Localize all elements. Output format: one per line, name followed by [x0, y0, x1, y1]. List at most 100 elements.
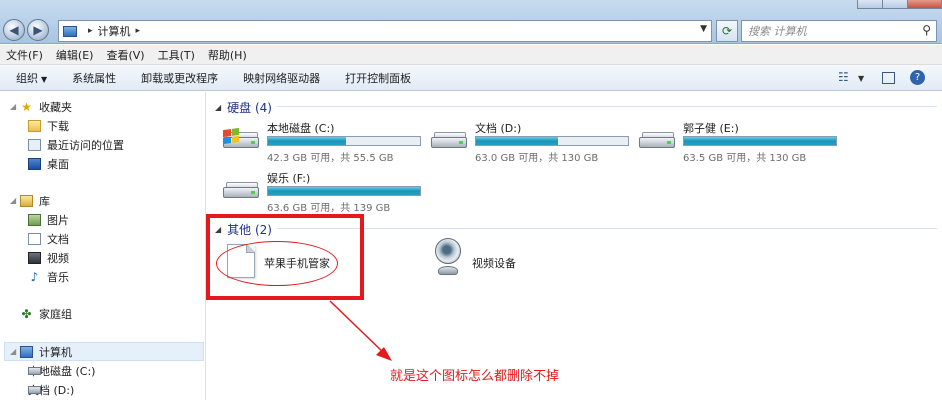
back-button[interactable]: ◀ [3, 19, 25, 41]
preview-pane-icon[interactable] [882, 72, 895, 84]
chevron-down-icon: ▼ [41, 74, 48, 84]
drive-free-space: 63.0 GB 可用，共 130 GB [475, 153, 599, 164]
nav-libraries[interactable]: 库 [20, 192, 50, 210]
address-bar[interactable]: ▸ 计算机 ▸ ▼ [58, 20, 712, 42]
star-icon: ★ [21, 100, 32, 114]
drive-free-space: 63.5 GB 可用，共 130 GB [683, 153, 807, 164]
nav-videos[interactable]: 视频 [28, 249, 69, 267]
downloads-folder-icon [28, 120, 41, 132]
drive-usage-bar [475, 136, 629, 146]
nav-favorites[interactable]: ★ 收藏夹 [20, 98, 72, 116]
minimize-button[interactable] [857, 0, 883, 9]
menu-help[interactable]: 帮助(H) [208, 47, 247, 63]
drive-name: 郭子健 (E:) [683, 122, 739, 135]
command-bar: 组织 ▼ 系统属性 卸载或更改程序 映射网络驱动器 打开控制面板 [0, 65, 942, 91]
hard-drive-icon [223, 127, 263, 153]
menu-tools[interactable]: 工具(T) [158, 47, 195, 63]
menu-edit[interactable]: 编辑(E) [56, 47, 94, 63]
drive-usage-fill [684, 137, 836, 145]
search-input[interactable]: 搜索 计算机 ⚲ [741, 20, 937, 42]
menu-file[interactable]: 文件(F) [6, 47, 43, 63]
pictures-icon [28, 214, 41, 226]
group-header-drives[interactable]: ◢ 硬盘 (4) [215, 99, 272, 116]
nav-desktop[interactable]: 桌面 [28, 155, 69, 173]
webcam-icon[interactable] [432, 238, 464, 278]
drive-usage-fill [268, 137, 346, 145]
annotation-arrow-icon [329, 300, 392, 361]
nav-homegroup[interactable]: ✤ 家庭组 [20, 305, 72, 323]
breadcrumb-computer[interactable]: 计算机 [98, 23, 131, 39]
title-bar: ◀ ▶ ▸ 计算机 ▸ ▼ ⟳ 搜索 计算机 ⚲ [0, 0, 942, 44]
nav-music[interactable]: ♪ 音乐 [28, 268, 69, 286]
computer-icon [20, 346, 33, 358]
drive-name: 本地磁盘 (C:) [267, 122, 335, 135]
recent-places-icon [28, 139, 41, 151]
drive-free-space: 63.6 GB 可用，共 139 GB [267, 203, 391, 214]
drive-free-space: 42.3 GB 可用，共 55.5 GB [267, 153, 394, 164]
group-divider [277, 106, 937, 107]
videos-icon [28, 252, 41, 264]
computer-icon [63, 25, 77, 37]
map-network-drive-button[interactable]: 映射网络驱动器 [243, 70, 320, 86]
windows-logo-icon [223, 127, 239, 145]
nav-computer[interactable]: 计算机 [20, 343, 72, 361]
refresh-button[interactable]: ⟳ [716, 20, 738, 42]
open-control-panel-button[interactable]: 打开控制面板 [345, 70, 411, 86]
documents-icon [28, 233, 41, 245]
drive-c[interactable]: 本地磁盘 (C:) 42.3 GB 可用，共 55.5 GB [221, 120, 421, 164]
nav-pictures[interactable]: 图片 [28, 211, 69, 229]
drive-e[interactable]: 郭子健 (E:) 63.5 GB 可用，共 130 GB [637, 120, 837, 164]
nav-docs-d[interactable]: 文档 (D:) [28, 381, 74, 399]
item-video-device[interactable]: 视频设备 [472, 255, 516, 271]
close-button[interactable] [907, 0, 942, 9]
hard-drive-icon [431, 129, 471, 153]
drive-usage-fill [476, 137, 559, 145]
uninstall-program-button[interactable]: 卸载或更改程序 [141, 70, 218, 86]
system-properties-button[interactable]: 系统属性 [72, 70, 116, 86]
library-icon [20, 195, 33, 207]
chevron-down-icon[interactable]: ▼ [700, 24, 707, 34]
refresh-icon: ⟳ [721, 24, 733, 38]
desktop-icon [28, 158, 41, 170]
drive-name: 文档 (D:) [475, 122, 522, 135]
nav-downloads[interactable]: 下载 [28, 117, 69, 135]
music-note-icon: ♪ [30, 270, 39, 284]
annotation-text: 就是这个图标怎么都删除不掉 [390, 369, 560, 384]
forward-button[interactable]: ▶ [27, 19, 49, 41]
drive-d[interactable]: 文档 (D:) 63.0 GB 可用，共 130 GB [429, 120, 629, 164]
drive-usage-fill [268, 187, 420, 195]
change-view-icon[interactable]: ☷ [838, 70, 849, 84]
navigation-pane: ◢ ★ 收藏夹 下载 最近访问的位置 桌面 ◢ 库 图片 文档 视频 ♪ 音乐 ✤ 家… [0, 92, 206, 400]
drive-usage-bar [267, 186, 421, 196]
drive-usage-bar [683, 136, 837, 146]
homegroup-icon: ✤ [21, 307, 32, 321]
hard-drive-icon [28, 367, 41, 375]
collapse-triangle-icon[interactable]: ◢ [215, 103, 221, 112]
collapse-icon[interactable]: ◢ [10, 102, 16, 111]
hard-drive-icon [639, 129, 679, 153]
annotation-highlight-ellipse [216, 241, 338, 286]
chevron-right-icon[interactable]: ▸ [88, 26, 93, 36]
chevron-right-icon[interactable]: ▸ [136, 26, 141, 36]
help-icon[interactable]: ? [910, 70, 925, 85]
drive-name: 娱乐 (F:) [267, 172, 311, 185]
maximize-button[interactable] [882, 0, 908, 9]
menu-view[interactable]: 查看(V) [106, 47, 144, 63]
forward-arrow-icon: ▶ [33, 23, 43, 37]
back-arrow-icon: ◀ [9, 23, 19, 37]
hard-drive-icon [28, 386, 41, 394]
drive-usage-bar [267, 136, 421, 146]
nav-documents[interactable]: 文档 [28, 230, 69, 248]
group-divider [277, 228, 937, 229]
search-placeholder: 搜索 计算机 [748, 25, 807, 38]
drive-f[interactable]: 娱乐 (F:) 63.6 GB 可用，共 139 GB [221, 170, 421, 214]
search-icon[interactable]: ⚲ [922, 23, 931, 37]
nav-local-disk-c[interactable]: 本地磁盘 (C:) [28, 362, 95, 380]
nav-recent-places[interactable]: 最近访问的位置 [28, 136, 124, 154]
chevron-down-icon[interactable]: ▼ [858, 74, 864, 83]
collapse-icon[interactable]: ◢ [10, 196, 16, 205]
collapse-icon[interactable]: ◢ [10, 347, 16, 356]
organize-button[interactable]: 组织 ▼ [16, 70, 47, 86]
hard-drive-icon [223, 179, 263, 203]
menu-bar: 文件(F) 编辑(E) 查看(V) 工具(T) 帮助(H) [0, 45, 942, 65]
